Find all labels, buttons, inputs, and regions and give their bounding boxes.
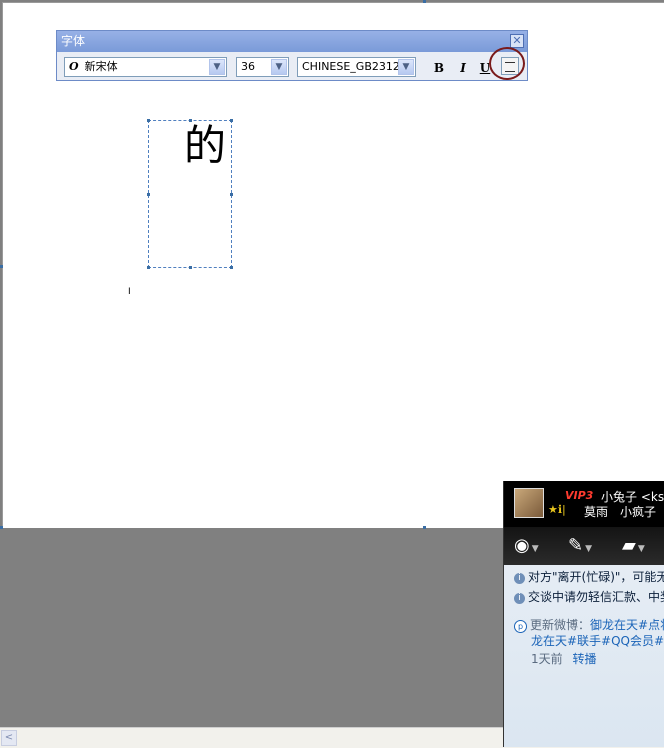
text-box-handle[interactable]	[189, 266, 192, 269]
folder-icon: ▰	[622, 535, 636, 556]
avatar[interactable]	[514, 488, 544, 518]
weibo-prefix: 更新微博：	[530, 618, 591, 632]
text-box-content: 的	[184, 121, 227, 170]
font-name-value: 新宋体	[84, 60, 118, 73]
qq-chat-window: VIP3 小兔子 <ksz ★ℹ| 莫雨 小疯子 ◉ ▼ ✎ ▼ ▰ ▼ i 对方"离开…	[503, 481, 664, 747]
text-box-handle[interactable]	[147, 266, 150, 269]
weibo-icon: p	[514, 620, 527, 633]
canvas-resize-handle[interactable]	[423, 526, 426, 529]
text-cursor-icon: I	[128, 287, 131, 297]
status-icons: ★ℹ|	[548, 503, 566, 516]
font-toolbar-title: 字体	[61, 34, 86, 48]
away-notice-text: 对方"离开(忙碌)"，可能无	[528, 570, 664, 584]
close-button[interactable]: ✕	[510, 34, 524, 48]
info-icon: i	[514, 573, 525, 584]
away-notice: i 对方"离开(忙碌)"，可能无	[514, 568, 664, 585]
font-size-value: 36	[241, 60, 255, 73]
weibo-repost-link[interactable]: 转播	[572, 652, 596, 666]
weibo-link[interactable]: 御龙在天#点将	[590, 618, 664, 632]
canvas-resize-handle[interactable]	[0, 526, 3, 529]
scroll-left-button[interactable]: <	[1, 730, 17, 746]
voice-button[interactable]: ✎ ▼	[568, 532, 600, 560]
italic-button[interactable]: I	[454, 59, 472, 77]
weibo-text-line2[interactable]: 龙在天#联手#QQ会员#陪	[531, 632, 664, 649]
text-box-handle[interactable]	[147, 119, 150, 122]
canvas-resize-handle[interactable]	[0, 265, 3, 268]
text-box-handle[interactable]	[147, 193, 150, 196]
chevron-down-icon[interactable]: ▼	[271, 59, 287, 75]
charset-select[interactable]: CHINESE_GB2312 ▼	[297, 57, 416, 77]
opentype-font-icon: O	[69, 60, 79, 73]
highlight-annotation	[489, 47, 525, 80]
chat-toolbar: ◉ ▼ ✎ ▼ ▰ ▼	[504, 527, 664, 565]
font-size-select[interactable]: 36 ▼	[236, 57, 289, 77]
charset-value: CHINESE_GB2312	[302, 60, 400, 73]
webcam-button[interactable]: ◉ ▼	[514, 532, 546, 560]
vip-badge: VIP3	[565, 489, 594, 502]
send-file-button[interactable]: ▰ ▼	[622, 532, 654, 560]
font-toolbar-titlebar[interactable]: 字体 ✕	[57, 31, 527, 52]
chat-header: VIP3 小兔子 <ksz ★ℹ| 莫雨 小疯子	[504, 481, 664, 527]
font-toolbar-row: O 新宋体 ▼ 36 ▼ CHINESE_GB2312 ▼ B I U	[57, 52, 527, 80]
font-toolbar: 字体 ✕ O 新宋体 ▼ 36 ▼ CHINESE_GB2312 ▼ B I U	[56, 30, 528, 81]
webcam-icon: ◉	[514, 535, 530, 556]
chevron-down-icon[interactable]: ▼	[209, 59, 225, 75]
font-name-select[interactable]: O 新宋体 ▼	[64, 57, 227, 77]
canvas-resize-handle[interactable]	[423, 0, 426, 3]
security-notice: i 交谈中请勿轻信汇款、中奖	[514, 588, 664, 605]
weibo-time: 1天前	[531, 652, 563, 666]
contact-signature: 莫雨 小疯子	[584, 505, 664, 519]
bold-button[interactable]: B	[430, 59, 448, 77]
weibo-meta: 1天前 转播	[531, 650, 596, 667]
text-box-handle[interactable]	[230, 266, 233, 269]
text-box-handle[interactable]	[230, 193, 233, 196]
security-notice-text: 交谈中请勿轻信汇款、中奖	[528, 590, 664, 604]
microphone-icon: ✎	[568, 535, 584, 556]
info-icon: i	[514, 593, 525, 604]
chevron-down-icon[interactable]: ▼	[398, 59, 414, 75]
weibo-update: p 更新微博：御龙在天#点将	[514, 616, 664, 633]
text-box-handle[interactable]	[230, 119, 233, 122]
